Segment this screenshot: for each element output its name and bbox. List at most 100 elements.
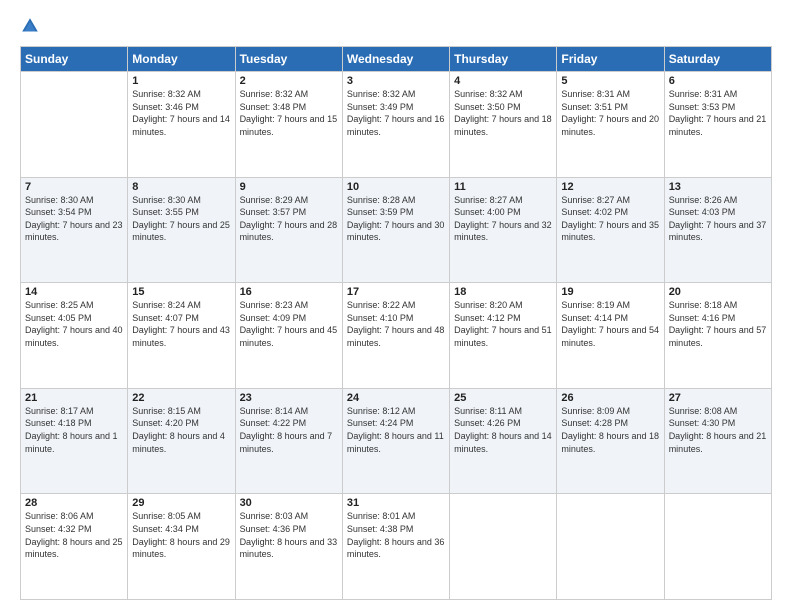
calendar-cell: 14Sunrise: 8:25 AMSunset: 4:05 PMDayligh…: [21, 283, 128, 389]
day-number: 11: [454, 181, 552, 193]
calendar-cell: 8Sunrise: 8:30 AMSunset: 3:55 PMDaylight…: [128, 177, 235, 283]
day-number: 17: [347, 286, 445, 298]
day-info: Sunrise: 8:30 AMSunset: 3:55 PMDaylight:…: [132, 194, 230, 244]
calendar-cell: 19Sunrise: 8:19 AMSunset: 4:14 PMDayligh…: [557, 283, 664, 389]
day-number: 12: [561, 181, 659, 193]
day-number: 22: [132, 392, 230, 404]
day-info: Sunrise: 8:24 AMSunset: 4:07 PMDaylight:…: [132, 299, 230, 349]
calendar-cell: 18Sunrise: 8:20 AMSunset: 4:12 PMDayligh…: [450, 283, 557, 389]
day-info: Sunrise: 8:32 AMSunset: 3:46 PMDaylight:…: [132, 88, 230, 138]
logo: [20, 16, 42, 36]
calendar-cell: 9Sunrise: 8:29 AMSunset: 3:57 PMDaylight…: [235, 177, 342, 283]
day-info: Sunrise: 8:20 AMSunset: 4:12 PMDaylight:…: [454, 299, 552, 349]
calendar-cell: 11Sunrise: 8:27 AMSunset: 4:00 PMDayligh…: [450, 177, 557, 283]
day-info: Sunrise: 8:31 AMSunset: 3:51 PMDaylight:…: [561, 88, 659, 138]
weekday-header-thursday: Thursday: [450, 47, 557, 72]
day-number: 29: [132, 497, 230, 509]
day-number: 20: [669, 286, 767, 298]
day-info: Sunrise: 8:32 AMSunset: 3:50 PMDaylight:…: [454, 88, 552, 138]
day-number: 15: [132, 286, 230, 298]
day-info: Sunrise: 8:32 AMSunset: 3:48 PMDaylight:…: [240, 88, 338, 138]
calendar-cell: [664, 494, 771, 600]
calendar-cell: 4Sunrise: 8:32 AMSunset: 3:50 PMDaylight…: [450, 72, 557, 178]
day-number: 4: [454, 75, 552, 87]
day-info: Sunrise: 8:27 AMSunset: 4:02 PMDaylight:…: [561, 194, 659, 244]
weekday-header-friday: Friday: [557, 47, 664, 72]
day-info: Sunrise: 8:17 AMSunset: 4:18 PMDaylight:…: [25, 405, 123, 455]
day-info: Sunrise: 8:32 AMSunset: 3:49 PMDaylight:…: [347, 88, 445, 138]
calendar-cell: 10Sunrise: 8:28 AMSunset: 3:59 PMDayligh…: [342, 177, 449, 283]
day-number: 16: [240, 286, 338, 298]
day-number: 9: [240, 181, 338, 193]
day-number: 28: [25, 497, 123, 509]
calendar-cell: 17Sunrise: 8:22 AMSunset: 4:10 PMDayligh…: [342, 283, 449, 389]
day-info: Sunrise: 8:03 AMSunset: 4:36 PMDaylight:…: [240, 510, 338, 560]
day-info: Sunrise: 8:25 AMSunset: 4:05 PMDaylight:…: [25, 299, 123, 349]
calendar-cell: 3Sunrise: 8:32 AMSunset: 3:49 PMDaylight…: [342, 72, 449, 178]
day-number: 8: [132, 181, 230, 193]
calendar-cell: 27Sunrise: 8:08 AMSunset: 4:30 PMDayligh…: [664, 388, 771, 494]
calendar-table: SundayMondayTuesdayWednesdayThursdayFrid…: [20, 46, 772, 600]
day-number: 27: [669, 392, 767, 404]
weekday-header-wednesday: Wednesday: [342, 47, 449, 72]
day-number: 2: [240, 75, 338, 87]
day-info: Sunrise: 8:06 AMSunset: 4:32 PMDaylight:…: [25, 510, 123, 560]
day-number: 5: [561, 75, 659, 87]
day-info: Sunrise: 8:12 AMSunset: 4:24 PMDaylight:…: [347, 405, 445, 455]
day-info: Sunrise: 8:30 AMSunset: 3:54 PMDaylight:…: [25, 194, 123, 244]
calendar-page: SundayMondayTuesdayWednesdayThursdayFrid…: [0, 0, 792, 612]
calendar-cell: 24Sunrise: 8:12 AMSunset: 4:24 PMDayligh…: [342, 388, 449, 494]
day-info: Sunrise: 8:15 AMSunset: 4:20 PMDaylight:…: [132, 405, 230, 455]
calendar-cell: [450, 494, 557, 600]
calendar-cell: 1Sunrise: 8:32 AMSunset: 3:46 PMDaylight…: [128, 72, 235, 178]
calendar-cell: 30Sunrise: 8:03 AMSunset: 4:36 PMDayligh…: [235, 494, 342, 600]
day-info: Sunrise: 8:14 AMSunset: 4:22 PMDaylight:…: [240, 405, 338, 455]
calendar-cell: [21, 72, 128, 178]
calendar-cell: 22Sunrise: 8:15 AMSunset: 4:20 PMDayligh…: [128, 388, 235, 494]
calendar-cell: 25Sunrise: 8:11 AMSunset: 4:26 PMDayligh…: [450, 388, 557, 494]
calendar-cell: 20Sunrise: 8:18 AMSunset: 4:16 PMDayligh…: [664, 283, 771, 389]
page-header: [20, 16, 772, 36]
day-number: 14: [25, 286, 123, 298]
calendar-cell: 28Sunrise: 8:06 AMSunset: 4:32 PMDayligh…: [21, 494, 128, 600]
day-info: Sunrise: 8:28 AMSunset: 3:59 PMDaylight:…: [347, 194, 445, 244]
weekday-header-sunday: Sunday: [21, 47, 128, 72]
day-info: Sunrise: 8:11 AMSunset: 4:26 PMDaylight:…: [454, 405, 552, 455]
day-number: 21: [25, 392, 123, 404]
weekday-header-saturday: Saturday: [664, 47, 771, 72]
calendar-cell: [557, 494, 664, 600]
day-number: 10: [347, 181, 445, 193]
calendar-cell: 31Sunrise: 8:01 AMSunset: 4:38 PMDayligh…: [342, 494, 449, 600]
day-number: 18: [454, 286, 552, 298]
day-number: 7: [25, 181, 123, 193]
day-number: 13: [669, 181, 767, 193]
day-number: 19: [561, 286, 659, 298]
day-info: Sunrise: 8:19 AMSunset: 4:14 PMDaylight:…: [561, 299, 659, 349]
day-info: Sunrise: 8:27 AMSunset: 4:00 PMDaylight:…: [454, 194, 552, 244]
calendar-cell: 12Sunrise: 8:27 AMSunset: 4:02 PMDayligh…: [557, 177, 664, 283]
calendar-cell: 21Sunrise: 8:17 AMSunset: 4:18 PMDayligh…: [21, 388, 128, 494]
day-info: Sunrise: 8:09 AMSunset: 4:28 PMDaylight:…: [561, 405, 659, 455]
day-info: Sunrise: 8:05 AMSunset: 4:34 PMDaylight:…: [132, 510, 230, 560]
day-info: Sunrise: 8:08 AMSunset: 4:30 PMDaylight:…: [669, 405, 767, 455]
day-info: Sunrise: 8:18 AMSunset: 4:16 PMDaylight:…: [669, 299, 767, 349]
calendar-cell: 23Sunrise: 8:14 AMSunset: 4:22 PMDayligh…: [235, 388, 342, 494]
day-info: Sunrise: 8:31 AMSunset: 3:53 PMDaylight:…: [669, 88, 767, 138]
day-number: 26: [561, 392, 659, 404]
day-number: 23: [240, 392, 338, 404]
day-info: Sunrise: 8:26 AMSunset: 4:03 PMDaylight:…: [669, 194, 767, 244]
calendar-cell: 13Sunrise: 8:26 AMSunset: 4:03 PMDayligh…: [664, 177, 771, 283]
day-info: Sunrise: 8:29 AMSunset: 3:57 PMDaylight:…: [240, 194, 338, 244]
day-info: Sunrise: 8:22 AMSunset: 4:10 PMDaylight:…: [347, 299, 445, 349]
day-info: Sunrise: 8:23 AMSunset: 4:09 PMDaylight:…: [240, 299, 338, 349]
day-number: 6: [669, 75, 767, 87]
day-number: 25: [454, 392, 552, 404]
day-info: Sunrise: 8:01 AMSunset: 4:38 PMDaylight:…: [347, 510, 445, 560]
calendar-cell: 26Sunrise: 8:09 AMSunset: 4:28 PMDayligh…: [557, 388, 664, 494]
day-number: 31: [347, 497, 445, 509]
weekday-header-tuesday: Tuesday: [235, 47, 342, 72]
day-number: 3: [347, 75, 445, 87]
calendar-cell: 29Sunrise: 8:05 AMSunset: 4:34 PMDayligh…: [128, 494, 235, 600]
day-number: 24: [347, 392, 445, 404]
day-number: 1: [132, 75, 230, 87]
